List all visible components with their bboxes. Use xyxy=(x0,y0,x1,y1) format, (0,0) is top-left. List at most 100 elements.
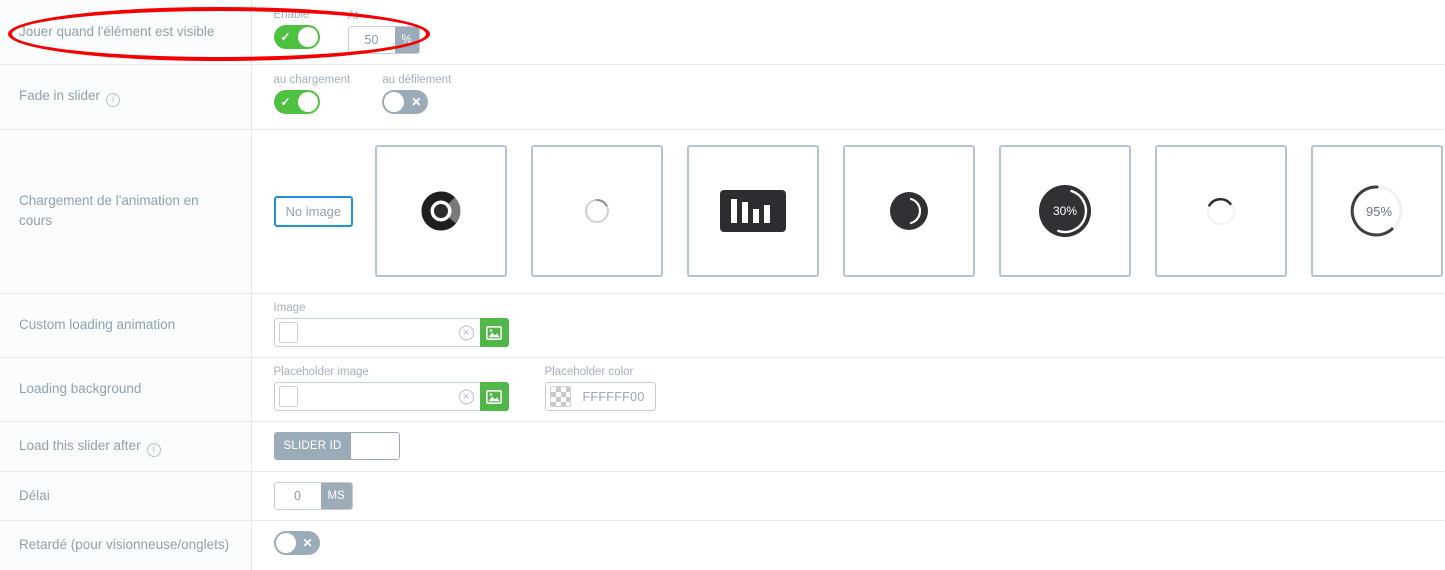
slider-id-input-wrap[interactable]: SLIDER ID xyxy=(273,432,400,460)
clear-icon[interactable]: ✕ xyxy=(458,325,474,340)
loading-option-bars-spinner[interactable] xyxy=(687,145,820,277)
loading-option-percent-ring-spinner[interactable]: 95% xyxy=(1311,145,1444,277)
row-loading-background: Loading background Placeholder image ✕ P… xyxy=(0,357,1445,421)
row-label-custom-loading-animation: Custom loading animation xyxy=(0,293,252,357)
toggle-knob xyxy=(297,92,318,112)
settings-table: Jouer quand l'élément est visible Enable… xyxy=(0,0,1445,570)
loading-option-thin-circle-spinner[interactable] xyxy=(531,145,664,277)
toggle-fade-on-load[interactable]: ✓ xyxy=(273,90,320,114)
row-label-fade-in-slider: Fade in slider i xyxy=(0,64,252,129)
row-controls-load-after: SLIDER ID xyxy=(251,421,1445,471)
label-text: Fade in slider xyxy=(19,88,101,103)
info-icon[interactable]: i xyxy=(106,93,121,107)
no-image-option-button[interactable]: No image xyxy=(273,195,354,227)
on-scroll-caption: au défilement xyxy=(382,74,452,86)
row-controls-loading-animation: No image 30% 95% xyxy=(251,129,1445,293)
placeholder-color-caption: Placeholder color xyxy=(544,366,634,378)
percent-ring-label: 95% xyxy=(1366,204,1392,219)
check-icon: ✓ xyxy=(280,95,291,109)
check-icon: ✓ xyxy=(280,30,291,45)
row-controls-play-when-visible: Enable ✓ At % xyxy=(251,0,1445,64)
row-fade-in-slider: Fade in slider i au chargement ✓ au défil… xyxy=(0,64,1445,129)
custom-image-caption: Image xyxy=(273,302,306,314)
row-play-when-visible: Jouer quand l'élément est visible Enable… xyxy=(0,0,1445,64)
delay-input-wrap[interactable]: MS xyxy=(273,481,353,510)
on-scroll-group: au défilement ✕ xyxy=(382,74,451,119)
percent-ring-spinner-icon: 95% xyxy=(1350,185,1403,237)
clear-icon[interactable]: ✕ xyxy=(458,389,474,404)
on-load-caption: au chargement xyxy=(273,74,351,86)
image-thumbnail xyxy=(278,386,298,407)
row-controls-fade-in-slider: au chargement ✓ au défilement ✕ xyxy=(251,64,1445,129)
image-browse-icon xyxy=(486,325,502,340)
loading-option-ring-dark-spinner[interactable] xyxy=(375,145,508,277)
placeholder-image-caption: Placeholder image xyxy=(273,366,369,378)
at-percent-input[interactable] xyxy=(348,27,395,54)
loading-animation-options: No image 30% 95% xyxy=(273,133,1445,289)
placeholder-color-field[interactable]: FFFFFF00 xyxy=(544,382,656,411)
slider-id-prefix-label: SLIDER ID xyxy=(274,433,351,459)
image-browse-icon xyxy=(486,389,502,404)
percent-disc-label: 30% xyxy=(1053,204,1077,218)
label-text: Retardé (pour visionneuse/onglets) xyxy=(19,537,230,553)
placeholder-color-group: Placeholder color FFFFFF00 xyxy=(544,366,656,412)
image-thumbnail xyxy=(278,322,298,343)
label-text: Loading background xyxy=(19,381,142,396)
row-controls-loading-background: Placeholder image ✕ Placeholder color FF… xyxy=(251,357,1445,421)
label-text: Délai xyxy=(19,487,50,503)
color-swatch[interactable] xyxy=(549,386,571,407)
row-label-load-after: Load this slider after i xyxy=(0,421,252,471)
slider-id-input[interactable] xyxy=(350,433,399,459)
toggle-knob xyxy=(297,27,318,48)
on-load-group: au chargement ✓ xyxy=(273,74,351,119)
row-label-delay: Délai xyxy=(0,471,252,520)
toggle-deferred[interactable]: ✕ xyxy=(273,530,320,555)
row-delay: Délai MS xyxy=(0,471,1445,520)
cross-icon: ✕ xyxy=(302,535,313,550)
placeholder-image-field[interactable]: ✕ xyxy=(273,382,480,411)
ring-dark-spinner-icon xyxy=(421,191,461,231)
cross-icon: ✕ xyxy=(411,95,422,109)
row-custom-loading-animation: Custom loading animation Image ✕ xyxy=(0,293,1445,357)
custom-image-picker: ✕ xyxy=(273,318,509,347)
placeholder-image-group: Placeholder image ✕ xyxy=(273,366,509,412)
row-label-loading-animation: Chargement de l'animation en cours xyxy=(0,129,252,293)
label-text: Load this slider after xyxy=(19,437,141,453)
at-caption: At xyxy=(347,10,359,23)
info-icon[interactable]: i xyxy=(146,442,161,457)
row-label-loading-background: Loading background xyxy=(0,357,252,421)
at-input-wrap[interactable]: % xyxy=(347,26,420,55)
loading-option-arc-spinner[interactable] xyxy=(1155,145,1288,277)
toggle-play-when-visible-enable[interactable]: ✓ xyxy=(273,25,320,50)
custom-image-field[interactable]: ✕ xyxy=(273,318,480,347)
row-loading-animation: Chargement de l'animation en cours No im… xyxy=(0,129,1445,293)
placeholder-image-picker: ✕ xyxy=(273,382,509,411)
delay-unit-label: MS xyxy=(320,482,352,509)
loading-option-percent-disc-spinner[interactable]: 30% xyxy=(999,145,1132,277)
placeholder-image-browse-button[interactable] xyxy=(479,382,509,411)
at-group: At % xyxy=(347,10,420,55)
percent-disc-spinner-icon: 30% xyxy=(1039,185,1092,237)
label-text: Chargement de l'animation en cours xyxy=(19,193,199,228)
placeholder-color-value: FFFFFF00 xyxy=(582,389,645,404)
custom-image-browse-button[interactable] xyxy=(479,318,509,347)
settings-panel: Jouer quand l'élément est visible Enable… xyxy=(0,0,1445,570)
label-text: Jouer quand l'élément est visible xyxy=(19,23,215,39)
row-controls-custom-loading-animation: Image ✕ xyxy=(251,293,1445,357)
moon-spinner-icon xyxy=(890,192,929,230)
loading-option-moon-spinner[interactable] xyxy=(843,145,976,277)
at-unit-label: % xyxy=(394,27,419,54)
enable-caption: Enable xyxy=(273,9,310,22)
row-deferred: Retardé (pour visionneuse/onglets) ✕ xyxy=(0,520,1445,570)
delay-input[interactable] xyxy=(274,482,321,509)
row-label-play-when-visible: Jouer quand l'élément est visible xyxy=(0,0,252,64)
toggle-knob xyxy=(275,532,296,553)
toggle-fade-on-scroll[interactable]: ✕ xyxy=(382,90,429,114)
thin-circle-spinner-icon xyxy=(585,199,610,223)
row-controls-delay: MS xyxy=(251,471,1445,520)
row-load-after: Load this slider after i SLIDER ID xyxy=(0,421,1445,471)
toggle-knob xyxy=(384,92,405,112)
arc-spinner-icon xyxy=(1206,196,1236,226)
enable-group: Enable ✓ xyxy=(273,9,320,54)
custom-image-group: Image ✕ xyxy=(273,302,509,348)
